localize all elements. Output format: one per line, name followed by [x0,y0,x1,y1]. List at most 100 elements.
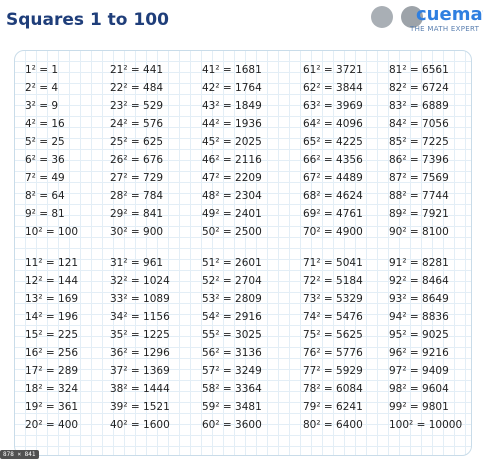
square-entry: 33² = 1089 [110,293,170,305]
square-entry: 10² = 100 [25,226,79,238]
row-gap [202,241,292,254]
square-entry: 61² = 3721 [303,64,363,76]
square-entry: 77² = 5929 [303,365,363,377]
square-entry: 69² = 4761 [303,208,363,220]
column-2: 21² = 441 22² = 484 23² = 529 24² = 576 25² … [110,61,200,434]
square-entry: 4² = 16 [25,118,65,130]
square-entry: 44² = 1936 [202,118,262,130]
image-size-badge: 878 × 841 [0,450,39,459]
column-4: 61² = 3721 62² = 3844 63² = 3969 64² = 4096… [303,61,393,434]
square-entry: 40² = 1600 [110,419,170,431]
square-entry: 93² = 8649 [389,293,449,305]
square-entry: 15² = 225 [25,329,79,341]
row-gap [389,241,471,254]
square-entry: 91² = 8281 [389,257,449,269]
square-entry: 99² = 9801 [389,401,449,413]
square-entry: 52² = 2704 [202,275,262,287]
square-entry: 34² = 1156 [110,311,170,323]
row-gap [25,241,115,254]
square-entry: 86² = 7396 [389,154,449,166]
square-entry: 65² = 4225 [303,136,363,148]
square-entry: 31² = 961 [110,257,164,269]
square-entry: 100² = 10000 [389,419,463,431]
square-entry: 94² = 8836 [389,311,449,323]
square-entry: 26² = 676 [110,154,164,166]
square-entry: 62² = 3844 [303,82,363,94]
square-entry: 29² = 841 [110,208,164,220]
square-entry: 87² = 7569 [389,172,449,184]
square-entry: 60² = 3600 [202,419,262,431]
square-entry: 88² = 7744 [389,190,449,202]
square-entry: 27² = 729 [110,172,164,184]
square-entry: 13² = 169 [25,293,79,305]
square-entry: 3² = 9 [25,100,59,112]
square-entry: 14² = 196 [25,311,79,323]
column-1: 1² = 1 2² = 4 3² = 9 4² = 16 5² = 25 6² = 36 7… [25,61,115,434]
square-entry: 32² = 1024 [110,275,170,287]
square-entry: 6² = 36 [25,154,65,166]
square-entry: 50² = 2500 [202,226,262,238]
square-entry: 25² = 625 [110,136,164,148]
square-entry: 81² = 6561 [389,64,449,76]
square-entry: 51² = 2601 [202,257,262,269]
square-entry: 89² = 7921 [389,208,449,220]
page-title: Squares 1 to 100 [6,10,169,30]
square-entry: 55² = 3025 [202,329,262,341]
square-entry: 11² = 121 [25,257,79,269]
square-entry: 30² = 900 [110,226,164,238]
square-entry: 17² = 289 [25,365,79,377]
square-entry: 24² = 576 [110,118,164,130]
square-entry: 85² = 7225 [389,136,449,148]
square-entry: 98² = 9604 [389,383,449,395]
square-entry: 23² = 529 [110,100,164,112]
square-entry: 16² = 256 [25,347,79,359]
square-entry: 36² = 1296 [110,347,170,359]
square-entry: 37² = 1369 [110,365,170,377]
square-entry: 76² = 5776 [303,347,363,359]
square-entry: 1² = 1 [25,64,59,76]
square-entry: 96² = 9216 [389,347,449,359]
square-entry: 80² = 6400 [303,419,363,431]
square-entry: 95² = 9025 [389,329,449,341]
square-entry: 67² = 4489 [303,172,363,184]
square-entry: 64² = 4096 [303,118,363,130]
square-entry: 43² = 1849 [202,100,262,112]
row-gap [110,241,200,254]
logo-text: cuemath [416,4,483,25]
square-entry: 19² = 361 [25,401,79,413]
squares-table: 1² = 1 2² = 4 3² = 9 4² = 16 5² = 25 6² = 36 7… [14,50,472,456]
square-entry: 78² = 6084 [303,383,363,395]
square-entry: 53² = 2809 [202,293,262,305]
square-entry: 83² = 6889 [389,100,449,112]
square-entry: 22² = 484 [110,82,164,94]
row-gap [303,241,393,254]
square-entry: 18² = 324 [25,383,79,395]
square-entry: 59² = 3481 [202,401,262,413]
square-entry: 92² = 8464 [389,275,449,287]
square-entry: 20² = 400 [25,419,79,431]
square-entry: 41² = 1681 [202,64,262,76]
search-icon[interactable] [371,6,393,28]
square-entry: 8² = 64 [25,190,65,202]
square-entry: 2² = 4 [25,82,59,94]
square-entry: 66² = 4356 [303,154,363,166]
square-entry: 70² = 4900 [303,226,363,238]
square-entry: 54² = 2916 [202,311,262,323]
square-entry: 84² = 7056 [389,118,449,130]
square-entry: 21² = 441 [110,64,164,76]
square-entry: 9² = 81 [25,208,65,220]
square-entry: 38² = 1444 [110,383,170,395]
square-entry: 5² = 25 [25,136,65,148]
square-entry: 71² = 5041 [303,257,363,269]
column-5: 81² = 6561 82² = 6724 83² = 6889 84² = 7056… [389,61,471,434]
square-entry: 35² = 1225 [110,329,170,341]
logo-tagline: THE MATH EXPERT [410,25,480,33]
square-entry: 46² = 2116 [202,154,262,166]
square-entry: 90² = 8100 [389,226,449,238]
square-entry: 82² = 6724 [389,82,449,94]
square-entry: 47² = 2209 [202,172,262,184]
square-entry: 56² = 3136 [202,347,262,359]
square-entry: 7² = 49 [25,172,65,184]
square-entry: 57² = 3249 [202,365,262,377]
square-entry: 74² = 5476 [303,311,363,323]
